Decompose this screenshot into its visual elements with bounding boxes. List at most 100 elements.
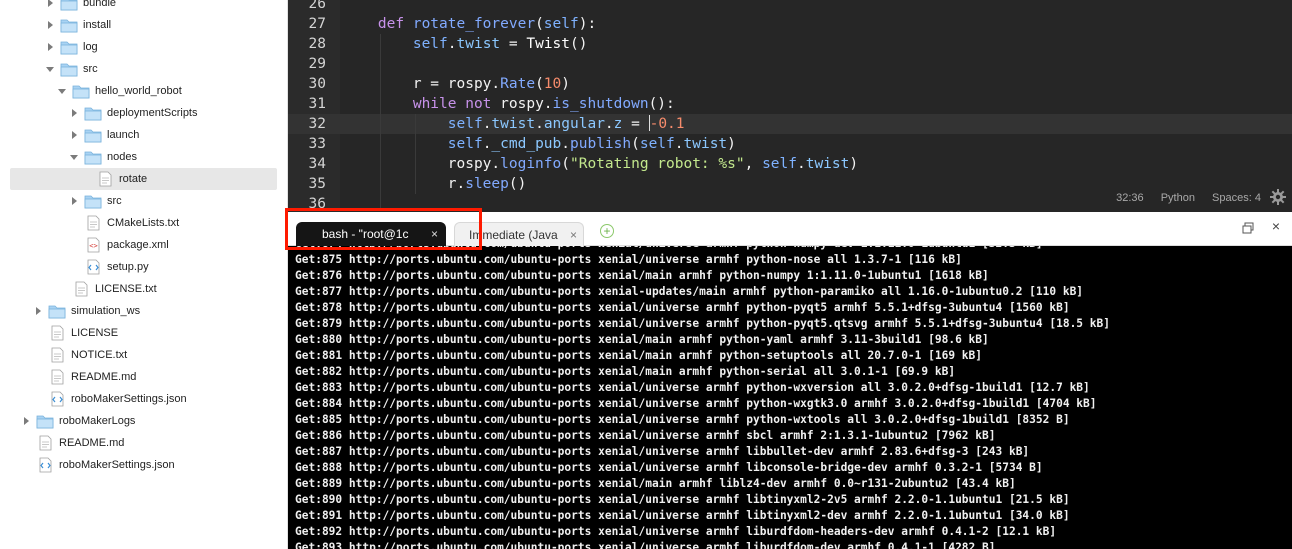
tree-item-readme-md[interactable]: README.md: [10, 432, 277, 454]
tree-item-bundle[interactable]: bundle: [10, 0, 277, 14]
code-line[interactable]: 29: [288, 54, 1292, 74]
tree-item-label: nodes: [107, 151, 137, 163]
tree-item-rotate[interactable]: rotate: [10, 168, 277, 190]
file-icon: [99, 171, 112, 187]
file-icon: [75, 281, 88, 297]
code-token: .: [674, 136, 684, 152]
chevron-down-icon[interactable]: [58, 80, 68, 102]
tree-item-license-txt[interactable]: LICENSE.txt: [10, 278, 277, 300]
code-file-icon: [39, 457, 52, 473]
add-tab-icon[interactable]: +: [600, 224, 614, 238]
chevron-down-icon[interactable]: [46, 58, 56, 80]
tree-item-robomakersettings-json[interactable]: roboMakerSettings.json: [10, 388, 277, 410]
code-token: publish: [570, 136, 632, 152]
terminal-output[interactable]: Get:874 http://ports.ubuntu.com/ubuntu-p…: [288, 246, 1292, 549]
terminal-line: Get:879 http://ports.ubuntu.com/ubuntu-p…: [295, 317, 1110, 330]
tree-item-readme-md[interactable]: README.md: [10, 366, 277, 388]
code-line[interactable]: 33 self._cmd_pub.publish(self.twist): [288, 134, 1292, 154]
code-line[interactable]: 30 r = rospy.Rate(10): [288, 74, 1292, 94]
code-text: def rotate_forever(self):: [343, 14, 596, 34]
code-line[interactable]: 34 rospy.loginfo("Rotating robot: %s", s…: [288, 154, 1292, 174]
code-line[interactable]: 26: [288, 0, 1292, 14]
tree-item-notice-txt[interactable]: NOTICE.txt: [10, 344, 277, 366]
tree-item-launch[interactable]: launch: [10, 124, 277, 146]
line-number: 35: [308, 176, 326, 192]
code-token: loginfo: [500, 156, 562, 172]
code-line-active[interactable]: 32 self.twist.angular.z = -0.1: [288, 114, 1292, 134]
code-line[interactable]: 31 while not rospy.is_shutdown():: [288, 94, 1292, 114]
folder-icon: [60, 19, 78, 33]
terminal-line: Get:888 http://ports.ubuntu.com/ubuntu-p…: [295, 461, 1043, 474]
file-icon: [51, 325, 64, 341]
code-token: =: [500, 36, 527, 52]
language-mode[interactable]: Python: [1161, 192, 1195, 204]
code-token: (: [631, 136, 640, 152]
folder-icon: [72, 85, 90, 99]
indent-guide: [415, 114, 416, 194]
chevron-right-icon[interactable]: [70, 124, 80, 146]
tree-item-install[interactable]: install: [10, 14, 277, 36]
tree-item-hello-world-robot[interactable]: hello_world_robot: [10, 80, 277, 102]
tree-item-label: deploymentScripts: [107, 107, 198, 119]
tree-item-robomakersettings-json[interactable]: roboMakerSettings.json: [10, 454, 277, 476]
gear-icon[interactable]: [1270, 189, 1286, 205]
tree-item-src[interactable]: src: [10, 58, 277, 80]
line-number: 33: [308, 136, 326, 152]
chevron-right-icon[interactable]: [22, 410, 32, 432]
code-token: rotate_forever: [412, 16, 536, 32]
line-number: 27: [308, 16, 326, 32]
terminal-line: Get:880 http://ports.ubuntu.com/ubuntu-p…: [295, 333, 989, 346]
tree-item-deploymentscripts[interactable]: deploymentScripts: [10, 102, 277, 124]
tab-immediate[interactable]: Immediate (Java ×: [454, 222, 584, 246]
code-token: self: [639, 136, 675, 152]
chevron-right-icon[interactable]: [34, 300, 44, 322]
code-token: self: [447, 116, 483, 132]
code-token: twist: [683, 136, 728, 152]
chevron-right-icon[interactable]: [46, 36, 56, 58]
file-icon: [51, 347, 64, 363]
terminal-line: Get:878 http://ports.ubuntu.com/ubuntu-p…: [295, 301, 1070, 314]
code-file-icon: [87, 259, 100, 275]
tree-item-license[interactable]: LICENSE: [10, 322, 277, 344]
tab-bash-terminal[interactable]: bash - "root@1c ×: [296, 222, 446, 246]
indentation-setting[interactable]: Spaces: 4: [1212, 192, 1261, 204]
chevron-right-icon[interactable]: [70, 102, 80, 124]
chevron-right-icon[interactable]: [46, 14, 56, 36]
close-panel-icon[interactable]: ×: [1272, 218, 1280, 234]
tree-item-log[interactable]: log: [10, 36, 277, 58]
code-token: .: [796, 156, 806, 172]
tree-item-cmakelists-txt[interactable]: CMakeLists.txt: [10, 212, 277, 234]
code-line[interactable]: 28 self.twist = Twist(): [288, 34, 1292, 54]
code-token: Twist: [526, 36, 571, 52]
code-text: self.twist.angular.z = -0.1: [343, 114, 685, 134]
tree-item-nodes[interactable]: nodes: [10, 146, 277, 168]
code-token: ): [849, 156, 859, 172]
close-icon[interactable]: ×: [570, 223, 577, 246]
tree-item-robomakerlogs[interactable]: roboMakerLogs: [10, 410, 277, 432]
terminal-line: Get:882 http://ports.ubuntu.com/ubuntu-p…: [295, 365, 956, 378]
folder-icon: [60, 0, 78, 11]
tree-item-src[interactable]: src: [10, 190, 277, 212]
editor-status-bar: 32:36 Python Spaces: 4: [992, 186, 1292, 210]
tree-item-package-xml[interactable]: <> package.xml: [10, 234, 277, 256]
terminal-line: Get:891 http://ports.ubuntu.com/ubuntu-p…: [295, 509, 1070, 522]
svg-text:<>: <>: [89, 242, 97, 250]
terminal-line: Get:876 http://ports.ubuntu.com/ubuntu-p…: [295, 269, 989, 282]
tree-item-label: install: [83, 19, 112, 31]
close-icon[interactable]: ×: [431, 222, 438, 246]
tree-item-simulation-ws[interactable]: simulation_ws: [10, 300, 277, 322]
tree-item-label: rotate: [119, 173, 148, 185]
code-line[interactable]: 27 def rotate_forever(self):: [288, 14, 1292, 34]
code-token: sleep: [465, 176, 509, 192]
restore-panel-icon[interactable]: [1242, 222, 1254, 234]
tree-item-setup-py[interactable]: setup.py: [10, 256, 277, 278]
code-editor[interactable]: 26 27 def rotate_forever(self): 28 self.tw…: [288, 0, 1292, 212]
chevron-down-icon[interactable]: [70, 146, 80, 168]
chevron-right-icon[interactable]: [46, 0, 56, 14]
folder-icon: [84, 129, 102, 143]
cursor-position[interactable]: 32:36: [1116, 192, 1144, 204]
chevron-right-icon[interactable]: [70, 190, 80, 212]
tree-item-label: launch: [107, 129, 140, 141]
